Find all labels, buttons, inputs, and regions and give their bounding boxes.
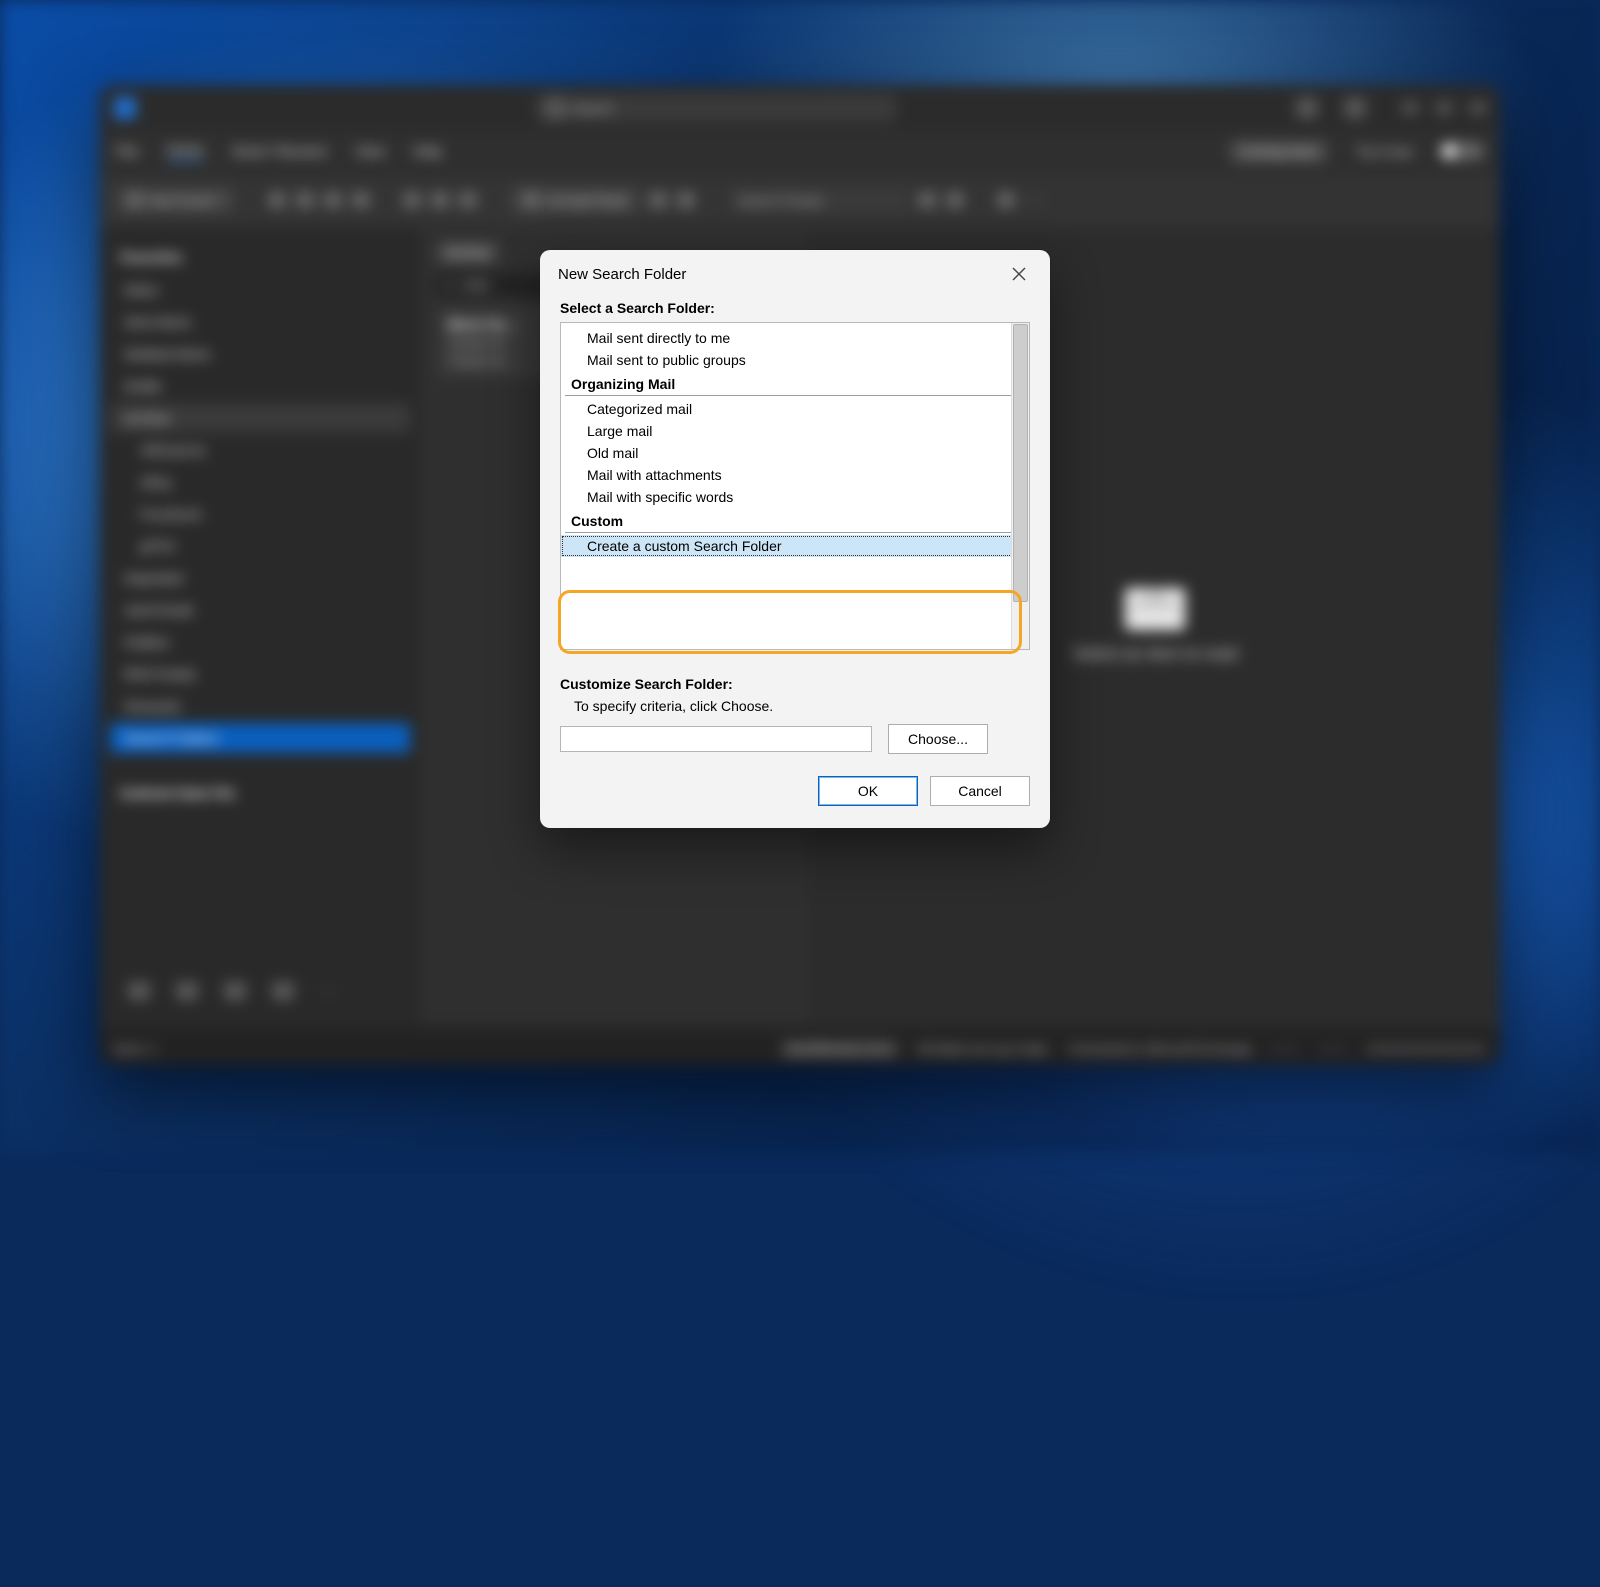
list-item-large[interactable]: Large mail xyxy=(561,420,1029,442)
folder-navigation: Favorites Inbox Sent Items Deleted Items… xyxy=(100,227,420,1025)
customize-label: Customize Search Folder: xyxy=(560,676,1030,692)
filter-icon[interactable] xyxy=(946,192,964,208)
list-header-custom: Custom xyxy=(565,510,1025,533)
reply-all-icon[interactable] xyxy=(431,192,449,208)
nav-sub[interactable]: eBay xyxy=(110,467,410,497)
cancel-button[interactable]: Cancel xyxy=(930,776,1030,806)
select-folder-label: Select a Search Folder: xyxy=(560,300,1030,316)
list-item-categorized[interactable]: Categorized mail xyxy=(561,398,1029,420)
window-close[interactable] xyxy=(1470,102,1486,114)
nav-archive[interactable]: Archive xyxy=(110,403,410,433)
people-module-icon[interactable] xyxy=(224,982,246,1000)
nav-bottom-bar: ⋯ xyxy=(110,971,410,1011)
nav-outbox[interactable]: Outbox xyxy=(110,627,410,657)
dialog-title: New Search Folder xyxy=(558,266,686,283)
calendar-module-icon[interactable] xyxy=(176,982,198,1000)
global-search[interactable]: Search xyxy=(536,94,896,122)
menu-send-receive[interactable]: Send / Receive xyxy=(232,143,327,159)
reading-placeholder: Select an item to read xyxy=(1072,644,1237,664)
tasks-module-icon[interactable] xyxy=(272,982,294,1000)
window-maximize[interactable] xyxy=(1436,102,1452,114)
titlebar-icon[interactable] xyxy=(1296,98,1318,118)
list-item-old[interactable]: Old mail xyxy=(561,442,1029,464)
choose-button[interactable]: Choose... xyxy=(888,724,988,754)
nav-important[interactable]: Important xyxy=(110,563,410,593)
titlebar: Search xyxy=(100,85,1500,131)
nav-sub[interactable]: Facebook xyxy=(110,499,410,529)
status-connected: Connected to: Microsoft Exchange xyxy=(1069,1042,1252,1056)
nav-inbox[interactable]: Inbox xyxy=(110,275,410,305)
listbox-scrollbar[interactable] xyxy=(1011,323,1029,649)
status-error: Send/Receive error xyxy=(780,1040,899,1058)
flag-icon[interactable] xyxy=(677,192,695,208)
ribbon-icon[interactable] xyxy=(268,192,286,208)
addin-icon[interactable] xyxy=(997,192,1015,208)
unread-read-button[interactable]: Unread/ Read xyxy=(510,186,639,214)
ribbon-icon[interactable] xyxy=(352,192,370,208)
nav-sent[interactable]: Sent Items xyxy=(110,307,410,337)
reply-icon[interactable] xyxy=(403,192,421,208)
list-item-specific-words[interactable]: Mail with specific words xyxy=(561,486,1029,508)
ribbon-icon[interactable] xyxy=(296,192,314,208)
new-email-button[interactable]: New Email ▾ xyxy=(114,186,235,214)
nav-junk[interactable]: Junk Email xyxy=(110,595,410,625)
data-file-heading[interactable]: Outlook Data File xyxy=(110,777,410,809)
status-bar: Items: 1 Send/Receive error All folders … xyxy=(100,1033,1500,1065)
nav-deleted[interactable]: Deleted Items xyxy=(110,339,410,369)
folder-name-input[interactable] xyxy=(560,726,872,752)
try-it-now-toggle[interactable] xyxy=(1440,142,1484,160)
list-sort-label: Older xyxy=(462,278,491,292)
mail-module-icon[interactable] xyxy=(128,982,150,1000)
global-search-placeholder: Search xyxy=(572,101,613,116)
list-item-create-custom[interactable]: Create a custom Search Folder xyxy=(561,535,1029,557)
menu-view[interactable]: View xyxy=(355,143,385,159)
envelope-icon xyxy=(1125,588,1185,630)
ok-button[interactable]: OK xyxy=(818,776,918,806)
ribbon-icon[interactable] xyxy=(324,192,342,208)
titlebar-icon[interactable] xyxy=(1344,98,1366,118)
outlook-logo-icon xyxy=(114,97,136,119)
favorites-heading[interactable]: Favorites xyxy=(110,241,410,273)
menu-bar: File Home Send / Receive View Help Comin… xyxy=(100,131,1500,171)
menu-home[interactable]: Home xyxy=(167,141,204,161)
search-folder-listbox[interactable]: Mail sent directly to me Mail sent to pu… xyxy=(560,322,1030,650)
try-it-now-label: Try it now xyxy=(1356,144,1412,159)
dialog-close-button[interactable] xyxy=(1002,260,1036,288)
window-minimize[interactable] xyxy=(1402,102,1418,114)
new-search-folder-dialog: New Search Folder Select a Search Folder… xyxy=(540,250,1050,828)
list-item-mail-directly[interactable]: Mail sent directly to me xyxy=(561,327,1029,349)
mail-plus-icon xyxy=(126,192,144,208)
coming-soon-pill[interactable]: Coming Soon xyxy=(1229,140,1328,163)
address-book-icon[interactable] xyxy=(918,192,936,208)
forward-icon[interactable] xyxy=(459,192,477,208)
search-icon xyxy=(546,99,564,117)
search-people-input[interactable]: Search People xyxy=(728,187,908,213)
envelope-icon xyxy=(522,192,540,208)
list-item-public-groups[interactable]: Mail sent to public groups xyxy=(561,349,1029,371)
ribbon: New Email ▾ Unread/ Read Search People ⋯ xyxy=(100,171,1500,229)
list-tab-archive[interactable]: Archive xyxy=(436,241,499,264)
nav-snoozed[interactable]: Snoozed xyxy=(110,691,410,721)
instruction-text: To specify criteria, click Choose. xyxy=(574,698,1030,714)
nav-drafts[interactable]: Drafts xyxy=(110,371,410,401)
nav-rss[interactable]: RSS Feeds xyxy=(110,659,410,689)
nav-sub[interactable]: gFSS xyxy=(110,531,410,561)
status-items: Items: 1 xyxy=(114,1042,157,1056)
search-people-placeholder: Search People xyxy=(738,193,823,208)
menu-file[interactable]: File xyxy=(116,143,139,159)
close-icon xyxy=(1012,267,1026,281)
new-email-label: New Email xyxy=(150,193,212,208)
list-item-attachments[interactable]: Mail with attachments xyxy=(561,464,1029,486)
status-uptodate: All folders are up to date. xyxy=(917,1042,1050,1056)
menu-help[interactable]: Help xyxy=(413,143,442,159)
categorize-icon[interactable] xyxy=(649,192,667,208)
unread-read-label: Unread/ Read xyxy=(546,193,627,208)
nav-search-folders[interactable]: Search Folders xyxy=(110,723,410,753)
nav-sub[interactable]: AliExpress xyxy=(110,435,410,465)
list-header-organizing: Organizing Mail xyxy=(565,373,1025,396)
